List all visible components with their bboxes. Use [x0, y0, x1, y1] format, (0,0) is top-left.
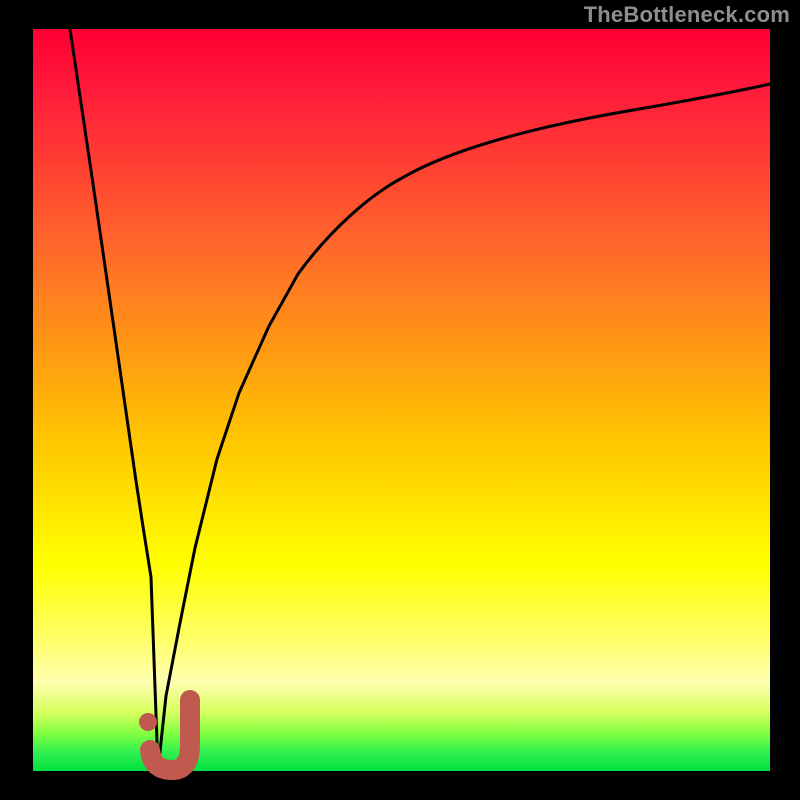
plot-area — [33, 29, 770, 771]
chart-stage: TheBottleneck.com — [0, 0, 800, 800]
watermark-text: TheBottleneck.com — [584, 2, 790, 28]
chart-svg — [0, 0, 800, 800]
